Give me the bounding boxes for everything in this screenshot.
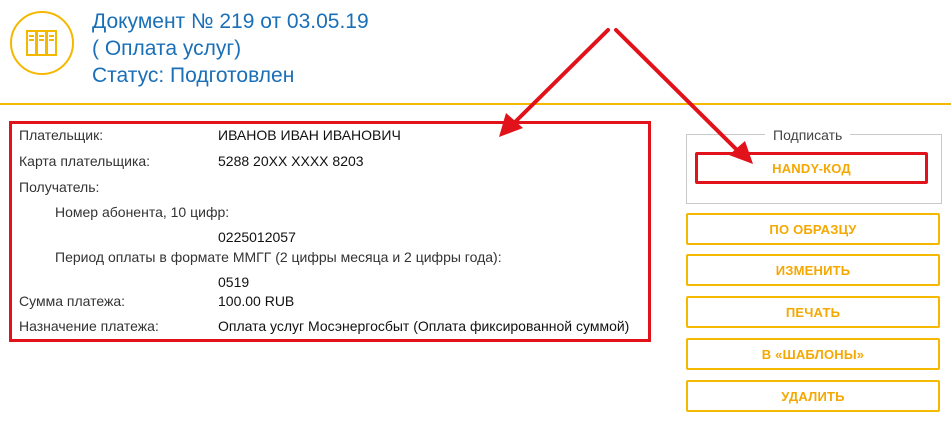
- period-value: 0519: [218, 274, 250, 290]
- recipient-label: Получатель:: [19, 179, 100, 195]
- period-label: Период оплаты в формате ММГГ (2 цифры ме…: [55, 249, 502, 265]
- payer-value: ИВАНОВ ИВАН ИВАНОВИЧ: [218, 127, 401, 143]
- purpose-label: Назначение платежа:: [19, 318, 159, 334]
- header-divider: [0, 103, 951, 105]
- edit-button[interactable]: ИЗМЕНИТЬ: [686, 254, 940, 286]
- card-label: Карта плательщика:: [19, 153, 151, 169]
- document-header: Документ № 219 от 03.05.19 ( Оплата услу…: [92, 8, 369, 89]
- document-icon: [10, 11, 74, 75]
- subscriber-value: 0225012057: [218, 229, 296, 245]
- payer-label: Плательщик:: [19, 127, 104, 143]
- amount-label: Сумма платежа:: [19, 293, 126, 309]
- handy-code-button[interactable]: HANDY-КОД: [695, 152, 928, 184]
- by-sample-button[interactable]: ПО ОБРАЗЦУ: [686, 213, 940, 245]
- document-title: Документ № 219 от 03.05.19: [92, 10, 369, 33]
- purpose-value: Оплата услуг Мосэнергосбыт (Оплата фикси…: [218, 318, 630, 334]
- amount-value: 100.00 RUB: [218, 293, 295, 309]
- delete-button[interactable]: УДАЛИТЬ: [686, 380, 940, 412]
- card-value: 5288 20XX XXXX 8203: [218, 153, 364, 169]
- arrow-to-details: [510, 28, 610, 127]
- to-templates-button[interactable]: В «ШАБЛОНЫ»: [686, 338, 940, 370]
- document-status: Статус: Подготовлен: [92, 64, 295, 87]
- sign-legend: Подписать: [765, 127, 851, 143]
- document-type: ( Оплата услуг): [92, 37, 242, 60]
- subscriber-label: Номер абонента, 10 цифр:: [55, 204, 230, 220]
- print-button[interactable]: ПЕЧАТЬ: [686, 296, 940, 328]
